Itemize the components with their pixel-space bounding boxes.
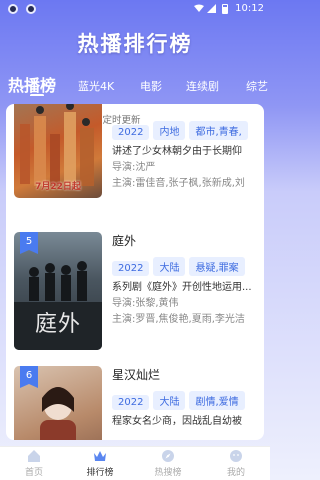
item-director: 导演:沈严 <box>112 162 156 173</box>
battery-icon <box>222 4 228 14</box>
tag-chip: 大陆 <box>153 391 186 410</box>
signal-icon <box>207 4 216 13</box>
poster-title-art: 庭外 <box>34 312 81 337</box>
tag-chip: 剧情,爱情 <box>189 391 245 410</box>
wifi-icon <box>194 4 204 12</box>
poster-image: 6 <box>14 366 102 440</box>
home-icon <box>28 450 40 462</box>
item-description: 程家女名少商，因战乱自幼被 <box>112 416 242 427</box>
poster-image: 7月22日起 <box>14 104 102 198</box>
page-title: 热播排行榜 <box>77 32 193 56</box>
poster-image: 5 庭外 <box>14 232 102 350</box>
nav-hot-search[interactable]: 热搜榜 <box>138 449 198 478</box>
notification-icon <box>8 4 18 14</box>
active-tab-indicator <box>30 94 44 96</box>
item-title: 庭外 <box>112 234 137 248</box>
tag-list: 2022 内地 都市,青春, <box>112 120 260 140</box>
nav-label: 首页 <box>24 468 43 478</box>
tag-chip: 2022 <box>112 395 150 410</box>
tab-bluray-4k[interactable]: 蓝光4K <box>78 78 114 94</box>
tab-series[interactable]: 连续剧 <box>186 78 219 94</box>
face-icon <box>230 450 242 462</box>
tag-chip: 2022 <box>112 125 150 140</box>
category-tabs: 热播榜 蓝光4K 电影 连续剧 综艺 <box>0 70 270 96</box>
nav-label: 热搜榜 <box>154 468 182 478</box>
nav-label: 我的 <box>226 468 245 478</box>
tab-movie[interactable]: 电影 <box>140 78 162 94</box>
tag-list: 2022 大陆 剧情,爱情 <box>112 390 260 410</box>
nav-label: 排行榜 <box>86 468 114 478</box>
nav-home[interactable]: 首页 <box>4 449 64 478</box>
tag-chip: 悬疑,罪案 <box>189 257 245 276</box>
tag-chip: 2022 <box>112 261 150 276</box>
compass-icon <box>162 450 174 462</box>
crown-icon <box>94 451 106 461</box>
tab-hot[interactable]: 热播榜 <box>8 72 56 96</box>
item-cast: 主演:罗晋,焦俊艳,夏雨,李光洁 <box>112 314 245 325</box>
tag-chip: 内地 <box>153 121 186 140</box>
status-bar: 10:12 <box>0 0 270 18</box>
bottom-nav: 首页 排行榜 热搜榜 我的 <box>0 446 270 480</box>
item-director: 导演:张黎,黄伟 <box>112 298 179 309</box>
item-description: 讲述了少女林朝夕由于长期仰 <box>112 146 242 157</box>
nav-ranking[interactable]: 排行榜 <box>70 449 130 478</box>
notification-icon <box>26 4 36 14</box>
tab-variety[interactable]: 综艺 <box>246 78 268 94</box>
nav-me[interactable]: 我的 <box>206 449 266 478</box>
tag-list: 2022 大陆 悬疑,罪案 <box>112 256 260 276</box>
item-title: 星汉灿烂 <box>112 368 161 382</box>
poster-date: 7月22日起 <box>35 182 81 192</box>
tag-chip: 都市,青春, <box>189 121 248 140</box>
ranking-list: 根据当前热度整理 不定时更新 7月22日起 2022内地都市,青春, 讲述了少女… <box>6 104 264 440</box>
status-time: 10:12 <box>235 3 264 14</box>
tag-chip: 大陆 <box>153 257 186 276</box>
item-description: 系列剧《庭外》开创性地运用... <box>112 282 252 293</box>
item-cast: 主演:雷佳音,张子枫,张新成,刘 <box>112 178 245 189</box>
